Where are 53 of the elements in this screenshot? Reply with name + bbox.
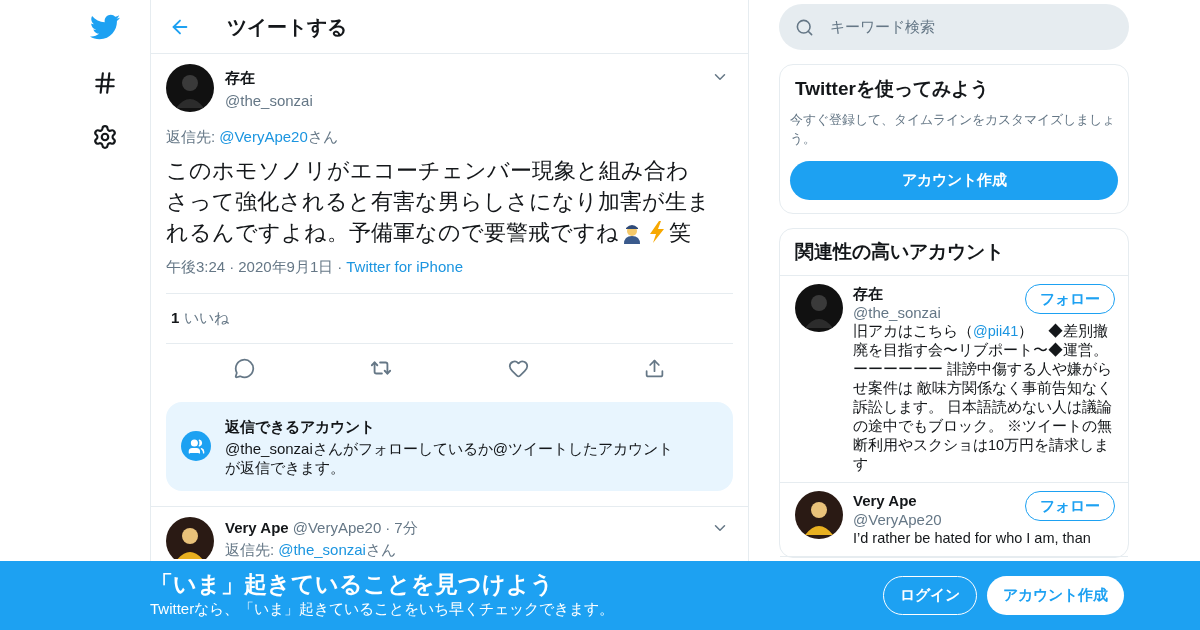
user-bio: 旧アカはこちら（@pii41） ◆差別撤廃を目指す会〜リブポート〜◆運営。ーーーーーー 誹謗中傷する人や嫌がらせ案件は 敵味方関係なく事前告知なく訴訟します。 日本語読めない人は議論の途中でもブロック。 ※ツイートの無断利用やスクショは10万円を請求します [853, 322, 1114, 474]
tweet-text-line: さって強化されると有害な男らしさになり加害が生ま [166, 187, 710, 216]
avatar[interactable] [795, 491, 843, 539]
search-field[interactable]: キーワード検索 [779, 4, 1129, 50]
banner-title: 「いま」起きていることを見つけよう [150, 570, 554, 599]
card-title: Twitterを使ってみよう [794, 77, 990, 101]
avatar[interactable] [795, 284, 843, 332]
avatar[interactable] [166, 64, 214, 112]
user-handle: @VeryApe20 [853, 510, 943, 529]
search-icon [795, 17, 814, 37]
source-link[interactable]: Twitter for iPhone [346, 255, 463, 278]
separator-dot: · [337, 256, 343, 277]
notice-text: @the_sonzaiさんがフォローしているか@ツイートしたアカウントが返信できます。 [225, 438, 674, 477]
tweet-date: 2020年9月1日 [238, 256, 334, 277]
notice-title: 返信できるアカウント [225, 417, 376, 437]
user-name[interactable]: Very Ape [853, 491, 1025, 510]
mention-link[interactable]: @the_sonzai [278, 539, 366, 562]
reply-icon[interactable] [233, 357, 255, 379]
reply-time: 7分 [394, 517, 418, 538]
honorific: さん [365, 540, 396, 560]
bio-link[interactable]: @pii41 [973, 323, 1019, 339]
user-name[interactable]: Very Ape [225, 516, 289, 539]
search-placeholder: キーワード検索 [830, 16, 935, 37]
share-icon[interactable] [644, 357, 666, 379]
signup-button[interactable]: アカウント作成 [987, 576, 1124, 615]
banner-text: Twitterなら、「いま」起きていることをいち早くチェックできます。 [150, 599, 615, 620]
page-title: ツイートする [227, 14, 347, 40]
user-handle: @the_sonzai [853, 303, 942, 322]
tweet-text-line: れるんですよね。予備軍なので要警戒ですね [166, 218, 619, 247]
people-icon [181, 431, 211, 462]
card-title: 関連性の高いアカウント [780, 228, 1128, 276]
reply-label: 返信先: [225, 540, 275, 560]
reply-label: 返信先: [166, 127, 216, 147]
honorific: さん [307, 127, 338, 147]
tweet-time: 午後3:24 [166, 256, 226, 277]
create-account-button[interactable]: アカウント作成 [790, 160, 1118, 200]
avatar[interactable] [166, 516, 214, 559]
mention-link[interactable]: @VeryApe20 [219, 126, 308, 149]
tweet-text-line: このホモソノリがエコーチェンバー現象と組み合わ [166, 156, 689, 185]
like-count: 1 [171, 308, 180, 329]
user-handle: @VeryApe20 [292, 517, 382, 538]
hashtag-icon[interactable] [92, 70, 118, 96]
user-name[interactable]: 存在 [225, 67, 700, 90]
separator-dot: · [229, 256, 235, 277]
card-text: 今すぐ登録して、タイムラインをカスタマイズしましょう。 [790, 110, 1116, 148]
settings-icon[interactable] [92, 124, 118, 150]
user-name[interactable]: 存在 [853, 284, 1025, 303]
user-handle: @the_sonzai [225, 90, 314, 111]
separator-dot: · [385, 517, 391, 538]
tweet-text-end: 笑 [669, 218, 691, 247]
user-bio: I’d rather be hated for who I am, than [853, 529, 1092, 548]
twitter-bird-icon[interactable] [90, 12, 120, 42]
like-label: いいね [184, 308, 230, 329]
